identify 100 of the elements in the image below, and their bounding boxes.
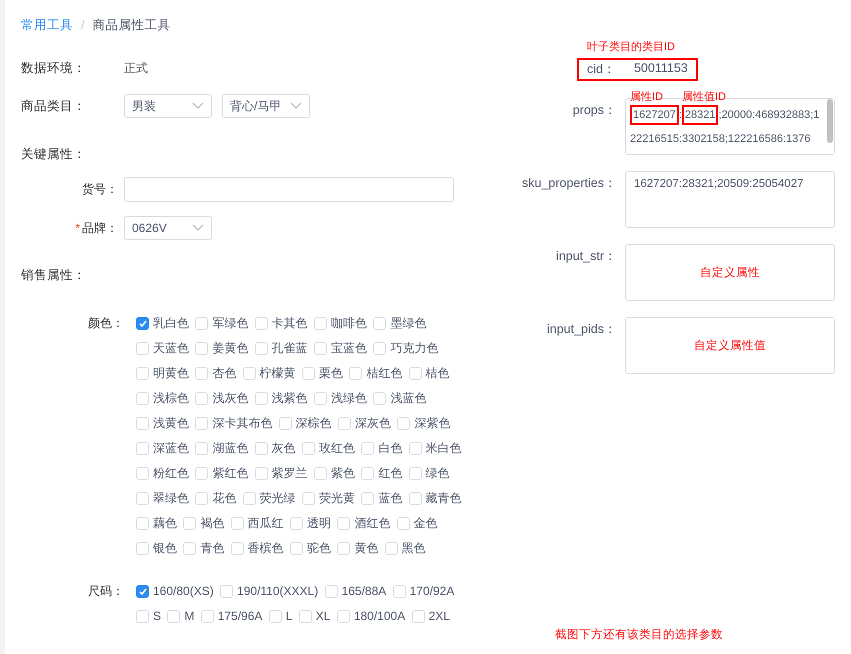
field-text: 22216515:3302158;122216586:1376 xyxy=(630,132,810,147)
option-label: 黄色 xyxy=(354,541,378,555)
option-label: 粉红色 xyxy=(153,466,189,480)
option-label: 紫罗兰 xyxy=(272,466,308,480)
option-label: 白色 xyxy=(378,441,402,455)
option-label: 军绿色 xyxy=(212,316,248,330)
option-label: S xyxy=(153,609,162,623)
required-mark: * xyxy=(75,221,80,235)
option-label: 2XL xyxy=(428,609,450,623)
field-label: 尺码： xyxy=(87,583,125,600)
option-label: 170/92A xyxy=(410,584,454,598)
scrollbar[interactable] xyxy=(827,99,833,143)
option-label: 透明 xyxy=(307,516,332,530)
breadcrumb-current: 商品属性工具 xyxy=(92,16,170,34)
option-label: 深棕色 xyxy=(296,416,332,430)
field-label: 货号： xyxy=(82,181,118,198)
field-label: 数据环境： xyxy=(21,60,87,77)
category-select[interactable]: 男装 xyxy=(124,94,212,118)
option-label: 乳白色 xyxy=(153,316,189,330)
option-label: 西瓜红 xyxy=(248,516,284,530)
option-label: 浅棕色 xyxy=(153,391,189,405)
category-select[interactable]: 背心/马甲 xyxy=(222,94,310,118)
option-label: 驼色 xyxy=(307,541,332,555)
breadcrumb-separator: / xyxy=(81,18,84,32)
option-label: 明黄色 xyxy=(153,366,189,380)
option-label: 浅灰色 xyxy=(212,391,248,405)
option-label: 姜黄色 xyxy=(212,341,248,355)
check-icon xyxy=(138,587,148,597)
option-label: 青色 xyxy=(200,541,224,555)
field-label: 品牌： xyxy=(82,220,118,236)
option-label: 褐色 xyxy=(200,516,224,530)
option-label: 黑色 xyxy=(402,541,426,555)
annotation-text: 属性值ID xyxy=(682,90,726,104)
environment-value: 正式 xyxy=(124,60,148,77)
option-label: 玫红色 xyxy=(319,441,356,455)
option-label: 花色 xyxy=(212,491,236,505)
option-label: 红色 xyxy=(378,466,402,480)
option-label: 藕色 xyxy=(153,516,177,530)
option-label: 香槟色 xyxy=(248,541,284,555)
option-label: 卡其色 xyxy=(272,316,308,330)
option-label: 绿色 xyxy=(426,466,450,480)
option-label: M xyxy=(184,609,194,623)
option-label: 天蓝色 xyxy=(153,341,189,355)
input-field[interactable] xyxy=(124,177,454,202)
option-label: L xyxy=(286,609,292,623)
option-label: 深灰色 xyxy=(355,416,392,430)
option-label: 165/88A xyxy=(342,584,386,598)
option-label: XL xyxy=(316,609,330,623)
text-area[interactable]: 自定义属性值 xyxy=(625,317,835,374)
option-label: 宝蓝色 xyxy=(331,341,368,355)
option-label: 藏青色 xyxy=(426,491,462,505)
option-label: 浅黄色 xyxy=(153,416,189,430)
annotation-text: 属性ID xyxy=(630,90,663,104)
option-label: 银色 xyxy=(153,541,177,555)
section-heading: 销售属性： xyxy=(21,267,87,284)
option-label: 荧光黄 xyxy=(319,491,356,505)
cid-label: cid： xyxy=(587,61,616,78)
option-label: 杏色 xyxy=(212,366,236,380)
option-label: 紫红色 xyxy=(212,466,248,480)
field-label: 商品类目： xyxy=(21,98,87,114)
field-text: : xyxy=(678,108,682,123)
option-label: 荧光绿 xyxy=(260,491,296,505)
option-label: 湖蓝色 xyxy=(212,441,248,455)
option-label: 浅蓝色 xyxy=(390,391,426,405)
caret-icon xyxy=(192,224,204,232)
field-label: sku_properties： xyxy=(521,175,617,192)
option-label: 米白色 xyxy=(426,441,462,455)
option-label: 深蓝色 xyxy=(153,441,189,455)
cid-value: 50011153 xyxy=(634,61,688,77)
option-label: 浅紫色 xyxy=(272,391,308,405)
option-label: 175/96A xyxy=(218,609,262,623)
option-label: 孔雀蓝 xyxy=(272,341,308,355)
checkbox[interactable] xyxy=(136,317,149,330)
annotation-text: 自定义属性 xyxy=(700,265,760,280)
option-label: 咖啡色 xyxy=(331,316,368,330)
option-label: 紫色 xyxy=(331,466,356,480)
option-label: 巧克力色 xyxy=(390,341,438,355)
option-label: 金色 xyxy=(414,516,438,530)
text-area[interactable]: 1627207:28321;20509:25054027 xyxy=(625,171,835,228)
checkbox[interactable] xyxy=(136,585,149,598)
field-label: 颜色： xyxy=(87,315,125,332)
option-label: 深紫色 xyxy=(414,416,450,430)
option-label: 翠绿色 xyxy=(153,491,189,505)
field-label: input_str： xyxy=(555,248,617,265)
section-heading: 关键属性： xyxy=(21,146,87,163)
caret-icon xyxy=(192,102,204,110)
option-label: 柠檬黄 xyxy=(260,366,296,380)
brand-select[interactable]: 0626V xyxy=(124,216,212,240)
annotation-text: 叶子类目的类目ID xyxy=(587,40,675,54)
annotation-text: 截图下方还有该类目的选择参数 xyxy=(555,627,724,642)
option-label: 墨绿色 xyxy=(390,316,426,330)
option-label: 蓝色 xyxy=(378,491,402,505)
annotation-text: 自定义属性值 xyxy=(694,338,766,353)
check-icon xyxy=(138,319,148,329)
option-label: 酒红色 xyxy=(354,516,390,530)
option-label: 栗色 xyxy=(319,366,344,380)
caret-icon xyxy=(290,102,302,110)
option-label: 桔色 xyxy=(426,366,450,380)
option-label: 180/100A xyxy=(354,609,406,623)
text-area[interactable]: 自定义属性 xyxy=(625,244,835,301)
